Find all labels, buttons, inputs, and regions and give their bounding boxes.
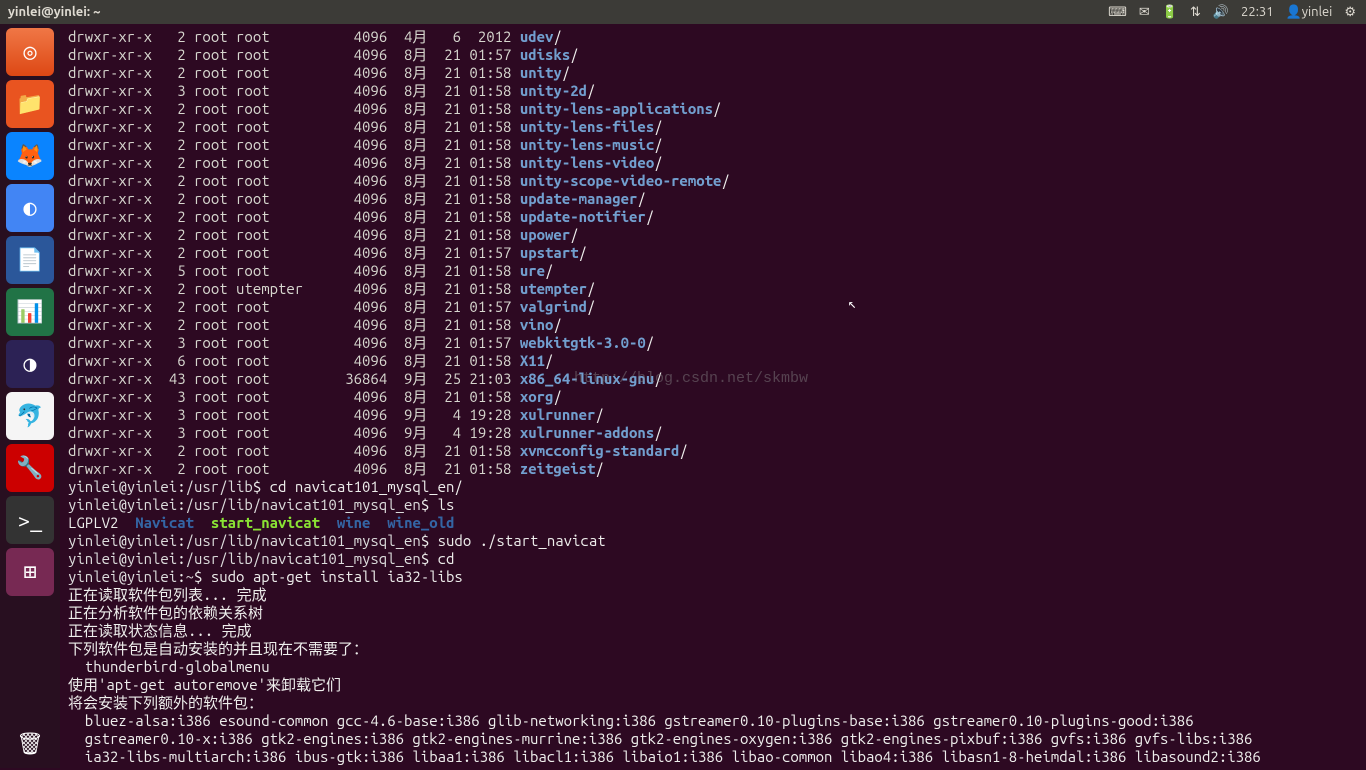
firefox-icon[interactable]: 🦊 — [6, 132, 54, 180]
indicator-area: ⌨ ✉ 🔋 ⇅ 🔊 22:31 👤 yinlei ⚙ — [1108, 5, 1366, 20]
battery-icon[interactable]: 🔋 — [1162, 5, 1178, 20]
network-icon[interactable]: ⇅ — [1190, 5, 1201, 20]
nautilus-icon[interactable]: 📁 — [6, 80, 54, 128]
mysql-workbench-icon[interactable]: 🐬 — [6, 392, 54, 440]
calc-icon[interactable]: 📊 — [6, 288, 54, 336]
window-title: yinlei@yinlei: ~ — [0, 5, 109, 19]
clock-text[interactable]: 22:31 — [1241, 5, 1274, 19]
watermark-text: http://blog.csdn.net/skmbw — [574, 370, 808, 387]
settings-icon[interactable]: 🔧 — [6, 444, 54, 492]
writer-icon[interactable]: 📄 — [6, 236, 54, 284]
user-menu[interactable]: 👤 yinlei — [1286, 5, 1333, 20]
workspace-icon[interactable]: ⊞ — [6, 548, 54, 596]
terminal-output: drwxr-xr-x 2 root root 4096 4月 6 2012 ud… — [62, 24, 1366, 770]
chromium-icon[interactable]: ◐ — [6, 184, 54, 232]
volume-icon[interactable]: 🔊 — [1213, 5, 1229, 20]
eclipse-icon[interactable]: ◑ — [6, 340, 54, 388]
trash-icon[interactable]: 🗑 — [6, 720, 54, 768]
keyboard-icon[interactable]: ⌨ — [1108, 5, 1127, 20]
terminal-window[interactable]: drwxr-xr-x 2 root root 4096 4月 6 2012 ud… — [62, 24, 1366, 768]
dash-icon[interactable]: ◎ — [6, 28, 54, 76]
terminal-icon[interactable]: >_ — [6, 496, 54, 544]
mail-icon[interactable]: ✉ — [1139, 5, 1150, 20]
mouse-cursor: ↖ — [848, 295, 856, 312]
menu-bar: yinlei@yinlei: ~ ⌨ ✉ 🔋 ⇅ 🔊 22:31 👤 yinle… — [0, 0, 1366, 24]
gear-icon[interactable]: ⚙ — [1344, 5, 1356, 20]
unity-launcher: ◎ 📁 🦊 ◐ 📄 📊 ◑ 🐬 🔧 >_ ⊞ 🗑 — [0, 24, 60, 768]
